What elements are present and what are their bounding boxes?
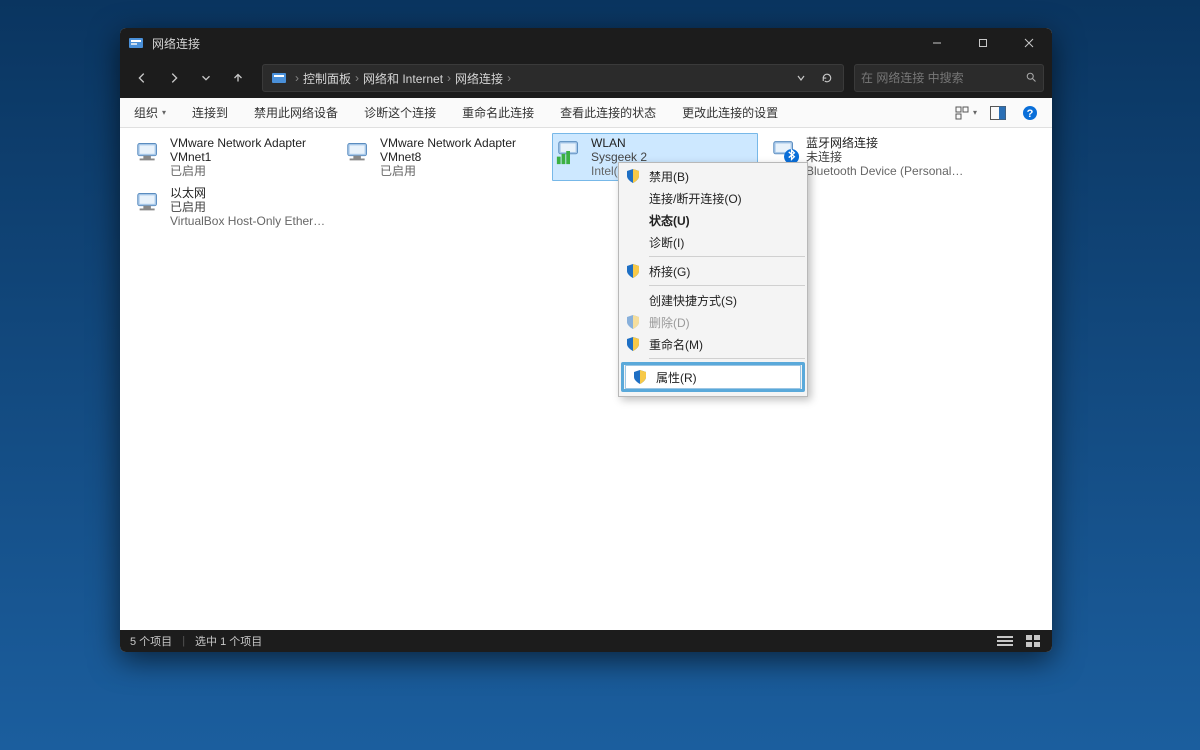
preview-pane-button[interactable]	[986, 101, 1010, 125]
explorer-window: 网络连接 › 控制面板 › 网络和 Internet › 网络连接 ›	[120, 28, 1052, 652]
connection-status: 未连接	[806, 150, 964, 164]
connection-device: Bluetooth Device (Personal Ar...	[806, 164, 964, 178]
shield-icon	[625, 263, 641, 279]
status-total: 5 个项目	[130, 633, 172, 649]
chevron-right-icon: ›	[295, 71, 299, 85]
status-bar: 5 个项目 | 选中 1 个项目	[120, 630, 1052, 652]
window-title: 网络连接	[152, 35, 200, 52]
breadcrumb-segment[interactable]: 网络连接	[455, 70, 503, 87]
highlighted-item-border: 属性(R)	[621, 362, 805, 392]
shield-icon	[625, 314, 641, 330]
search-box[interactable]	[854, 64, 1044, 92]
minimize-button[interactable]	[914, 28, 960, 58]
connection-name: VMware Network Adapter VMnet1	[170, 136, 330, 164]
organize-button[interactable]: 组织▾	[130, 102, 170, 123]
diagnose-button[interactable]: 诊断这个连接	[360, 102, 440, 123]
chevron-right-icon: ›	[447, 71, 451, 85]
connection-status: 已启用	[170, 200, 328, 214]
ctx-diagnose[interactable]: 诊断(I)	[619, 231, 807, 253]
chevron-down-icon: ▾	[162, 108, 166, 117]
connect-button[interactable]: 连接到	[188, 102, 232, 123]
window-app-icon	[128, 35, 144, 51]
shield-icon	[632, 369, 648, 385]
maximize-button[interactable]	[960, 28, 1006, 58]
connection-device: VirtualBox Host-Only Ethernet ...	[170, 214, 328, 228]
shield-icon	[625, 168, 641, 184]
ctx-rename[interactable]: 重命名(M)	[619, 333, 807, 355]
connections-list: VMware Network Adapter VMnet1 已启用 VMware…	[120, 128, 1052, 630]
navbar: › 控制面板 › 网络和 Internet › 网络连接 ›	[120, 58, 1052, 98]
forward-button[interactable]	[160, 64, 188, 92]
connection-name: 以太网	[170, 186, 328, 200]
rename-button[interactable]: 重命名此连接	[458, 102, 538, 123]
ctx-disable[interactable]: 禁用(B)	[619, 165, 807, 187]
shield-icon	[625, 336, 641, 352]
connection-name: 蓝牙网络连接	[806, 136, 964, 150]
ctx-connect-disconnect[interactable]: 连接/断开连接(O)	[619, 187, 807, 209]
settings-button[interactable]: 更改此连接的设置	[678, 102, 782, 123]
connection-item-vmnet1[interactable]: VMware Network Adapter VMnet1 已启用	[132, 134, 332, 180]
connection-name: VMware Network Adapter VMnet8	[380, 136, 540, 164]
breadcrumb-segment[interactable]: 网络和 Internet	[363, 70, 443, 87]
address-dropdown-button[interactable]	[789, 66, 813, 90]
ctx-create-shortcut[interactable]: 创建快捷方式(S)	[619, 289, 807, 311]
recent-button[interactable]	[192, 64, 220, 92]
refresh-button[interactable]	[815, 66, 839, 90]
address-bar[interactable]: › 控制面板 › 网络和 Internet › 网络连接 ›	[262, 64, 844, 92]
help-button[interactable]: ?	[1018, 101, 1042, 125]
chevron-right-icon: ›	[355, 71, 359, 85]
status-separator: |	[182, 635, 185, 647]
ctx-delete: 删除(D)	[619, 311, 807, 333]
context-menu-separator	[649, 256, 805, 257]
up-button[interactable]	[224, 64, 252, 92]
connection-item-vmnet8[interactable]: VMware Network Adapter VMnet8 已启用	[342, 134, 542, 180]
svg-text:?: ?	[1027, 108, 1034, 120]
lan-adapter-icon	[134, 186, 164, 216]
view-button[interactable]: ▾	[954, 101, 978, 125]
context-menu-separator	[649, 285, 805, 286]
lan-adapter-icon	[134, 136, 164, 166]
connection-name: WLAN	[591, 136, 647, 150]
ctx-properties[interactable]: 属性(R)	[625, 365, 801, 389]
context-menu: 禁用(B) 连接/断开连接(O) 状态(U) 诊断(I) 桥接(G) 创建快捷方…	[618, 162, 808, 397]
connection-status: 已启用	[170, 164, 328, 178]
breadcrumb-segment[interactable]: 控制面板	[303, 70, 351, 87]
large-icons-view-button[interactable]	[1024, 634, 1042, 648]
status-selected: 选中 1 个项目	[195, 633, 262, 649]
titlebar: 网络连接	[120, 28, 1052, 58]
location-icon	[271, 70, 287, 86]
search-input[interactable]	[861, 71, 1025, 85]
command-bar: 组织▾ 连接到 禁用此网络设备 诊断这个连接 重命名此连接 查看此连接的状态 更…	[120, 98, 1052, 128]
close-button[interactable]	[1006, 28, 1052, 58]
lan-adapter-icon	[344, 136, 374, 166]
ctx-bridge[interactable]: 桥接(G)	[619, 260, 807, 282]
search-icon[interactable]	[1025, 71, 1037, 86]
chevron-right-icon: ›	[507, 71, 511, 85]
ctx-status[interactable]: 状态(U)	[619, 209, 807, 231]
details-view-button[interactable]	[996, 634, 1014, 648]
disable-device-button[interactable]: 禁用此网络设备	[250, 102, 342, 123]
connection-item-ethernet[interactable]: 以太网 已启用 VirtualBox Host-Only Ethernet ..…	[132, 184, 332, 230]
status-button[interactable]: 查看此连接的状态	[556, 102, 660, 123]
context-menu-separator	[649, 358, 805, 359]
back-button[interactable]	[128, 64, 156, 92]
connection-status: 已启用	[380, 164, 538, 178]
wifi-adapter-icon	[555, 136, 585, 166]
